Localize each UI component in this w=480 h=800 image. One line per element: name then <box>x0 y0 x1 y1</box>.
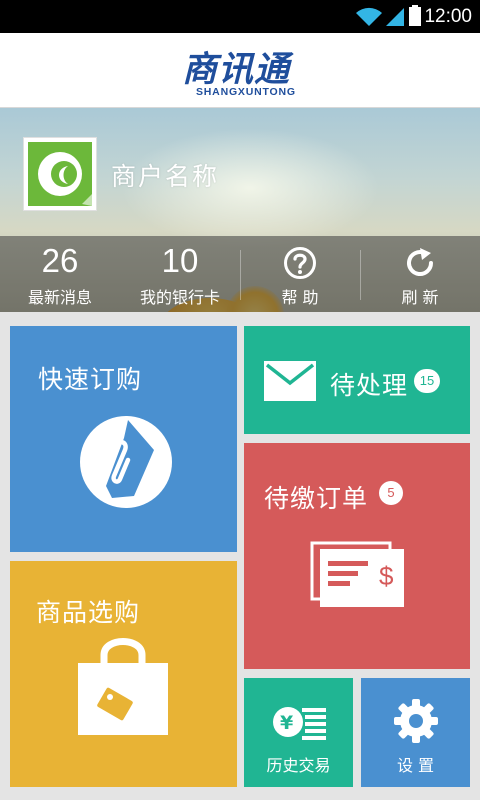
refresh-label: 刷 新 <box>401 288 439 307</box>
invoice-dollar-icon: $ <box>310 541 404 607</box>
svg-text:$: $ <box>379 561 394 591</box>
envelope-icon <box>264 361 316 401</box>
svg-text:¥: ¥ <box>280 712 293 734</box>
wifi-icon <box>356 7 382 26</box>
settings-tile[interactable]: 设 置 <box>361 678 470 787</box>
battery-icon <box>409 5 421 26</box>
help-label: 帮 助 <box>281 288 319 307</box>
quick-order-label: 快速订购 <box>38 365 143 394</box>
app-logo: 商讯通 SHANGXUNTONG <box>182 45 318 101</box>
unpaid-orders-tile[interactable]: 待缴订单 5 $ <box>244 443 470 669</box>
shopping-bag-icon <box>78 638 168 735</box>
merchant-avatar[interactable] <box>23 137 97 211</box>
yen-coins-icon: ¥ <box>273 707 326 740</box>
refresh-button[interactable]: 刷 新 <box>360 236 480 312</box>
logo-text-cn: 商讯通 <box>182 50 291 90</box>
clock: 12:00 <box>424 6 472 27</box>
product-shopping-tile[interactable]: 商品选购 <box>10 561 237 787</box>
stat-value: 10 <box>161 242 199 279</box>
stat-value: 26 <box>41 242 79 279</box>
product-shopping-label: 商品选购 <box>36 598 141 627</box>
logo-text-en: SHANGXUNTONG <box>196 86 296 98</box>
history-transactions-tile[interactable]: ¥ 历史交易 <box>244 678 353 787</box>
stat-my-bank-cards[interactable]: 10 我的银行卡 <box>120 236 240 312</box>
merchant-logo-icon <box>38 152 92 206</box>
signal-icon <box>386 8 404 26</box>
help-circle-icon <box>284 247 316 279</box>
unpaid-count-badge: 5 <box>379 481 403 505</box>
history-transactions-label: 历史交易 <box>266 756 331 775</box>
paperclip-icon <box>80 416 172 508</box>
pending-tile[interactable]: 待处理 15 <box>244 326 470 434</box>
app-header: 商讯通 SHANGXUNTONG <box>0 33 480 108</box>
pending-count-badge: 15 <box>414 369 440 393</box>
settings-label: 设 置 <box>396 756 435 775</box>
help-button[interactable]: 帮 助 <box>240 236 360 312</box>
stat-label: 最新消息 <box>27 288 92 307</box>
quick-order-tile[interactable]: 快速订购 <box>10 326 237 552</box>
merchant-name: 商户名称 <box>111 162 220 191</box>
refresh-icon <box>407 248 434 276</box>
stat-latest-messages[interactable]: 26 最新消息 <box>0 236 120 312</box>
gear-icon <box>394 699 438 743</box>
stat-label: 我的银行卡 <box>139 288 220 307</box>
pending-label: 待处理 <box>330 371 409 400</box>
status-bar: 12:00 <box>0 0 480 33</box>
stats-bar: 26 最新消息 10 我的银行卡 帮 助 刷 新 <box>0 236 480 312</box>
unpaid-orders-label: 待缴订单 <box>264 484 369 513</box>
